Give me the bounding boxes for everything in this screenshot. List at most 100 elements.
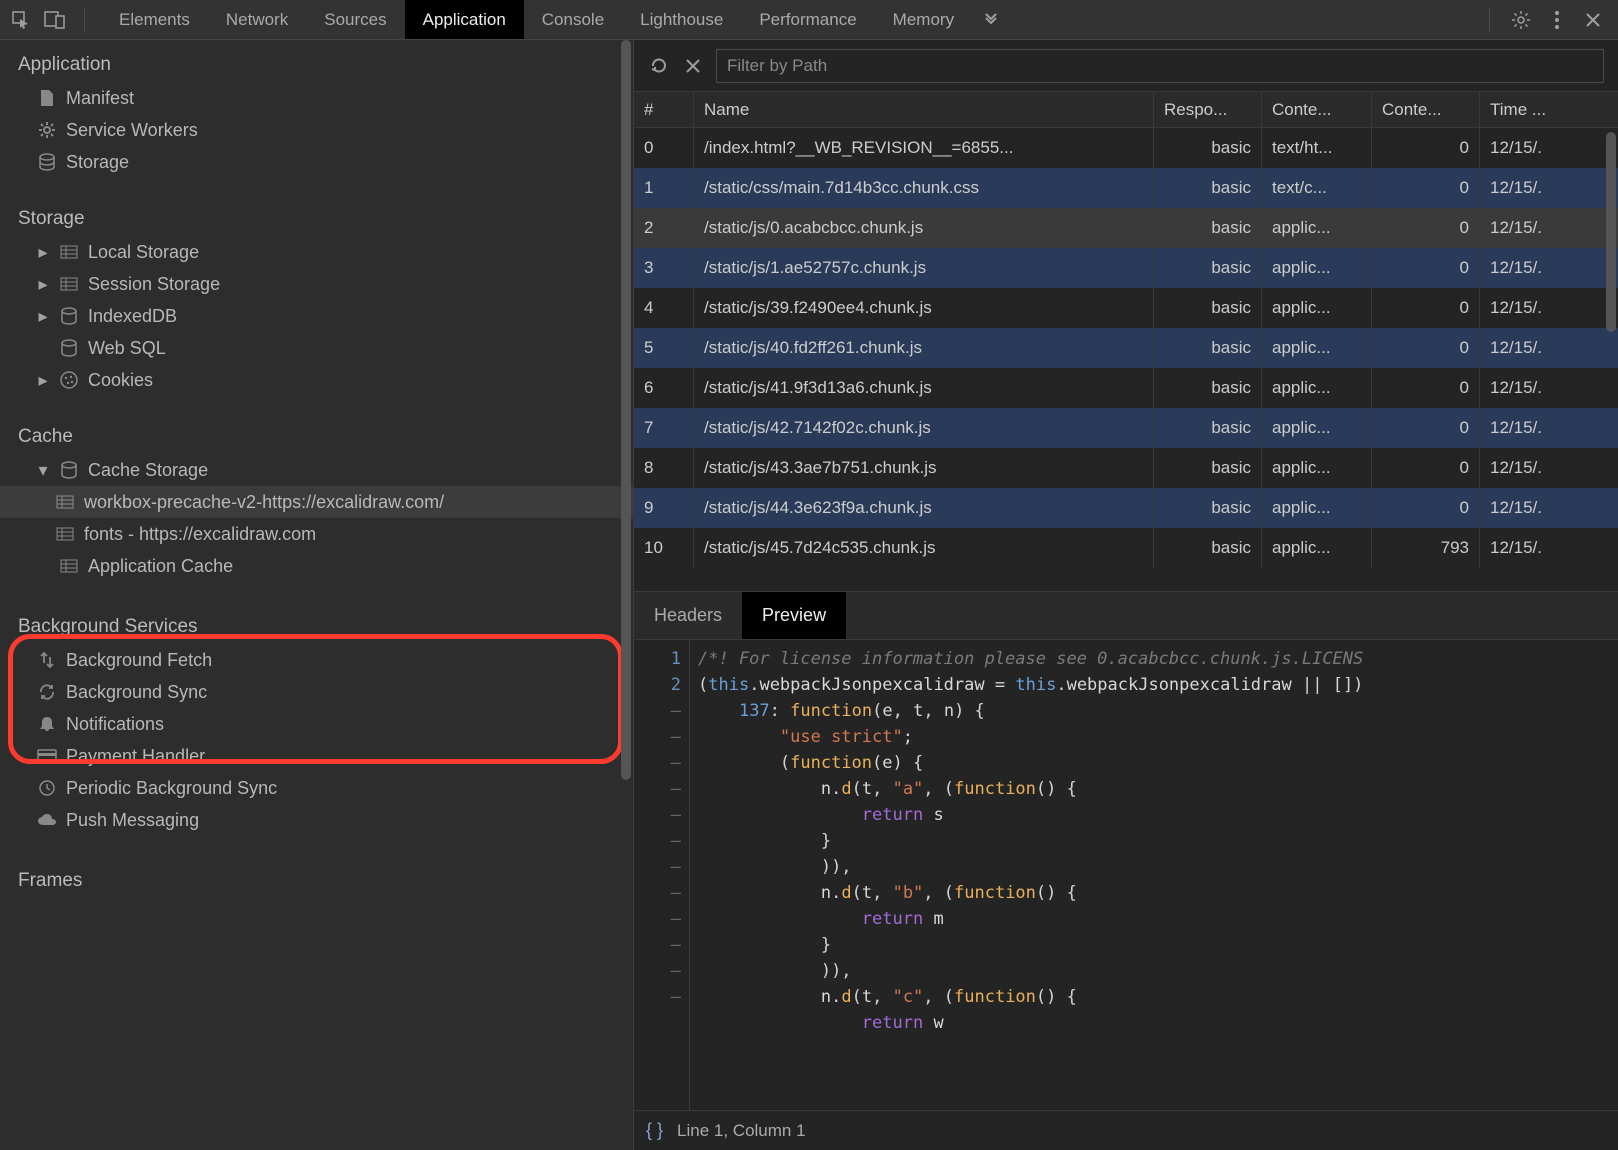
- table-scrollbar[interactable]: [1606, 132, 1616, 591]
- sidebar-item-websql[interactable]: ▸ Web SQL: [0, 332, 633, 364]
- gear-icon: [36, 119, 58, 141]
- sidebar-label: fonts - https://excalidraw.com: [84, 524, 316, 545]
- device-toggle-icon[interactable]: [44, 9, 66, 31]
- cache-detail-pane: # Name Respo... Conte... Conte... Time .…: [634, 40, 1618, 1150]
- pretty-print-icon[interactable]: { }: [646, 1120, 663, 1141]
- sidebar-label: Session Storage: [88, 274, 220, 295]
- chevron-right-icon: ▸: [36, 245, 50, 259]
- sidebar-item-bg-sync[interactable]: Background Sync: [0, 676, 633, 708]
- tab-network[interactable]: Network: [208, 0, 306, 39]
- sidebar-item-session-storage[interactable]: ▸ Session Storage: [0, 268, 633, 300]
- database-icon: [58, 337, 80, 359]
- sidebar-label: Storage: [66, 152, 129, 173]
- sidebar-scrollbar[interactable]: [619, 40, 633, 1150]
- database-icon: [58, 305, 80, 327]
- devtools-tabs: ElementsNetworkSourcesApplicationConsole…: [101, 0, 972, 39]
- table-icon: [54, 523, 76, 545]
- kebab-menu-icon[interactable]: [1546, 9, 1568, 31]
- subtab-headers[interactable]: Headers: [634, 592, 742, 639]
- cloud-icon: [36, 809, 58, 831]
- sidebar-label: Push Messaging: [66, 810, 199, 831]
- inspect-icon[interactable]: [10, 9, 32, 31]
- code-content[interactable]: /*! For license information please see 0…: [690, 640, 1618, 1110]
- tab-elements[interactable]: Elements: [101, 0, 208, 39]
- sidebar-item-push[interactable]: Push Messaging: [0, 804, 633, 836]
- th-response[interactable]: Respo...: [1154, 92, 1262, 127]
- sidebar-item-cache-storage[interactable]: ▾ Cache Storage: [0, 454, 633, 486]
- subtab-preview[interactable]: Preview: [742, 592, 846, 639]
- cache-entries-table: # Name Respo... Conte... Conte... Time .…: [634, 92, 1618, 592]
- th-time-cached[interactable]: Time ...: [1480, 92, 1618, 127]
- tab-application[interactable]: Application: [405, 0, 524, 39]
- sidebar-label: Payment Handler: [66, 746, 205, 767]
- sidebar-label: Background Fetch: [66, 650, 212, 671]
- table-row[interactable]: 7/static/js/42.7142f02c.chunk.jsbasicapp…: [634, 408, 1618, 448]
- cache-entry-fonts[interactable]: fonts - https://excalidraw.com: [0, 518, 633, 550]
- sidebar-label: IndexedDB: [88, 306, 177, 327]
- settings-icon[interactable]: [1510, 9, 1532, 31]
- more-tabs-icon[interactable]: [980, 9, 1002, 31]
- card-icon: [36, 745, 58, 767]
- sidebar-label: Background Sync: [66, 682, 207, 703]
- sidebar-item-storage[interactable]: Storage: [0, 146, 633, 178]
- sidebar-item-cookies[interactable]: ▸ Cookies: [0, 364, 633, 396]
- tab-lighthouse[interactable]: Lighthouse: [622, 0, 741, 39]
- sidebar-item-bg-fetch[interactable]: Background Fetch: [0, 644, 633, 676]
- tab-performance[interactable]: Performance: [741, 0, 874, 39]
- tab-sources[interactable]: Sources: [306, 0, 404, 39]
- sidebar-item-payment[interactable]: Payment Handler: [0, 740, 633, 772]
- section-storage: Storage: [0, 194, 633, 236]
- sync-icon: [36, 681, 58, 703]
- table-row[interactable]: 0/index.html?__WB_REVISION__=6855...basi…: [634, 128, 1618, 168]
- sidebar-item-indexeddb[interactable]: ▸ IndexedDB: [0, 300, 633, 332]
- cookie-icon: [58, 369, 80, 391]
- section-frames: Frames: [0, 856, 633, 898]
- sidebar-label: Notifications: [66, 714, 164, 735]
- chevron-right-icon: ▸: [36, 309, 50, 323]
- refresh-icon[interactable]: [648, 55, 670, 77]
- table-row[interactable]: 6/static/js/41.9f3d13a6.chunk.jsbasicapp…: [634, 368, 1618, 408]
- application-sidebar: Application Manifest Service Workers Sto…: [0, 40, 634, 1150]
- bell-icon: [36, 713, 58, 735]
- sidebar-item-local-storage[interactable]: ▸ Local Storage: [0, 236, 633, 268]
- sidebar-label: Cookies: [88, 370, 153, 391]
- tab-console[interactable]: Console: [524, 0, 622, 39]
- sidebar-item-service-workers[interactable]: Service Workers: [0, 114, 633, 146]
- th-name[interactable]: Name: [694, 92, 1154, 127]
- table-icon: [58, 241, 80, 263]
- sidebar-label: Application Cache: [88, 556, 233, 577]
- th-index[interactable]: #: [634, 92, 694, 127]
- transfer-icon: [36, 649, 58, 671]
- table-row[interactable]: 3/static/js/1.ae52757c.chunk.jsbasicappl…: [634, 248, 1618, 288]
- filter-input[interactable]: [716, 49, 1604, 83]
- table-row[interactable]: 1/static/css/main.7d14b3cc.chunk.cssbasi…: [634, 168, 1618, 208]
- sidebar-item-app-cache[interactable]: ▸ Application Cache: [0, 550, 633, 582]
- section-background: Background Services: [0, 602, 633, 644]
- th-content-length[interactable]: Conte...: [1372, 92, 1480, 127]
- chevron-down-icon: ▾: [36, 463, 50, 477]
- section-cache: Cache: [0, 412, 633, 454]
- th-content-type[interactable]: Conte...: [1262, 92, 1372, 127]
- table-row[interactable]: 9/static/js/44.3e623f9a.chunk.jsbasicapp…: [634, 488, 1618, 528]
- sidebar-item-periodic-sync[interactable]: Periodic Background Sync: [0, 772, 633, 804]
- table-row[interactable]: 2/static/js/0.acabcbcc.chunk.jsbasicappl…: [634, 208, 1618, 248]
- database-icon: [36, 151, 58, 173]
- cursor-position: Line 1, Column 1: [677, 1121, 806, 1141]
- sidebar-item-notifications[interactable]: Notifications: [0, 708, 633, 740]
- section-application: Application: [0, 40, 633, 82]
- sidebar-label: Periodic Background Sync: [66, 778, 277, 799]
- tab-memory[interactable]: Memory: [875, 0, 972, 39]
- sidebar-label: Cache Storage: [88, 460, 208, 481]
- table-icon: [54, 491, 76, 513]
- table-row[interactable]: 4/static/js/39.f2490ee4.chunk.jsbasicapp…: [634, 288, 1618, 328]
- table-row[interactable]: 5/static/js/40.fd2ff261.chunk.jsbasicapp…: [634, 328, 1618, 368]
- cache-entry-workbox[interactable]: workbox-precache-v2-https://excalidraw.c…: [0, 486, 633, 518]
- table-row[interactable]: 8/static/js/43.3ae7b751.chunk.jsbasicapp…: [634, 448, 1618, 488]
- close-devtools-icon[interactable]: [1582, 9, 1604, 31]
- table-row[interactable]: 10/static/js/45.7d24c535.chunk.jsbasicap…: [634, 528, 1618, 568]
- table-icon: [58, 555, 80, 577]
- sidebar-item-manifest[interactable]: Manifest: [0, 82, 633, 114]
- sidebar-label: workbox-precache-v2-https://excalidraw.c…: [84, 492, 444, 513]
- sidebar-label: Local Storage: [88, 242, 199, 263]
- clear-icon[interactable]: [682, 55, 704, 77]
